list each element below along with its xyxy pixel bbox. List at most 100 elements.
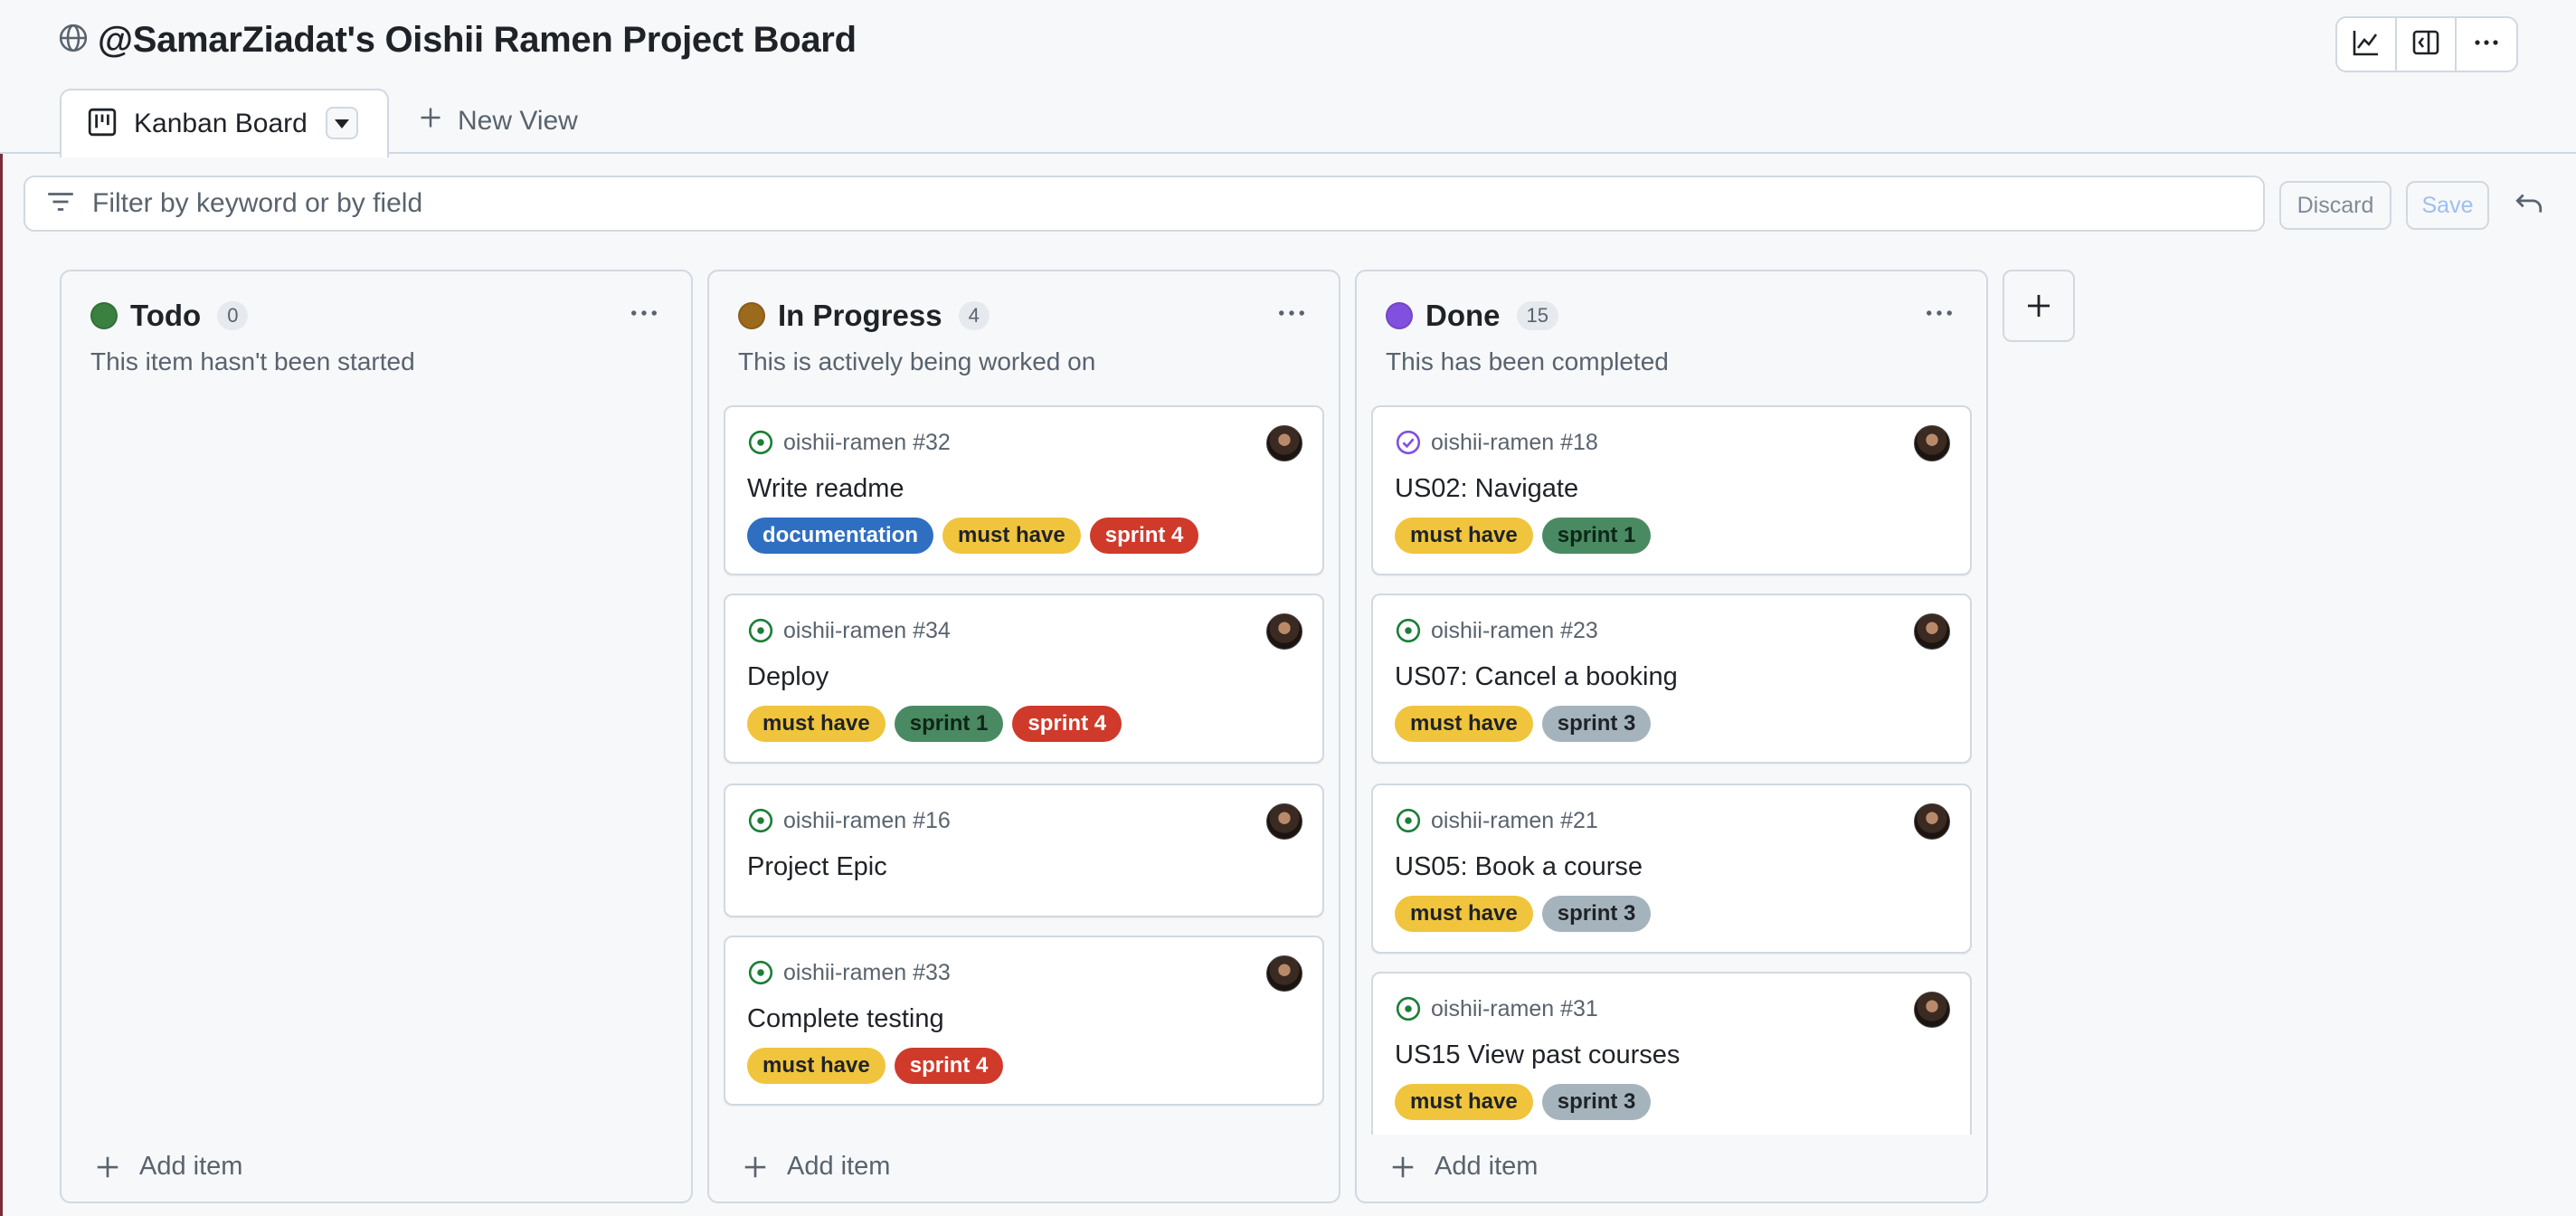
insights-button[interactable] xyxy=(2337,18,2397,71)
label-sprint-1[interactable]: sprint 1 xyxy=(894,706,1004,742)
issue-opened-icon xyxy=(748,808,773,833)
plus-icon xyxy=(418,105,443,138)
label-must-have[interactable]: must have xyxy=(747,706,886,742)
issue-ref-text: oishii-ramen #21 xyxy=(1431,807,1598,833)
issue-reference[interactable]: oishii-ramen #34 xyxy=(747,617,951,644)
avatar[interactable] xyxy=(1266,425,1302,461)
column-description: This item hasn't been started xyxy=(90,347,415,375)
discard-button[interactable]: Discard xyxy=(2279,181,2391,230)
add-item-button[interactable]: Add item xyxy=(1389,1152,1538,1182)
card-labels: must have sprint 3 xyxy=(1395,1084,1652,1120)
filter-icon xyxy=(45,186,76,222)
column-count: 4 xyxy=(958,301,990,330)
issue-opened-icon xyxy=(748,618,773,643)
label-must-have[interactable]: must have xyxy=(1395,706,1533,742)
page-title: @SamarZiadat's Oishii Ramen Project Boar… xyxy=(98,20,857,60)
column-description: This has been completed xyxy=(1386,347,1669,375)
avatar[interactable] xyxy=(1266,955,1302,992)
plus-icon xyxy=(2028,295,2050,317)
title-row: @SamarZiadat's Oishii Ramen Project Boar… xyxy=(58,20,857,61)
issue-opened-icon xyxy=(1396,808,1421,833)
label-documentation[interactable]: documentation xyxy=(747,518,933,554)
label-sprint-4[interactable]: sprint 4 xyxy=(1089,518,1199,554)
issue-card[interactable]: oishii-ramen #33 Complete testing must h… xyxy=(724,936,1324,1106)
project-header: @SamarZiadat's Oishii Ramen Project Boar… xyxy=(0,0,2576,157)
column-in-progress: In Progress 4 This is actively being wor… xyxy=(707,270,1340,1203)
avatar[interactable] xyxy=(1914,992,1950,1028)
issue-ref-text: oishii-ramen #31 xyxy=(1431,995,1598,1021)
issue-ref-text: oishii-ramen #33 xyxy=(783,959,951,985)
issue-reference[interactable]: oishii-ramen #31 xyxy=(1395,995,1598,1022)
label-must-have[interactable]: must have xyxy=(1395,1084,1533,1120)
kebab-icon xyxy=(2472,28,2501,62)
card-title[interactable]: US05: Book a course xyxy=(1395,852,1643,882)
issue-card[interactable]: oishii-ramen #31 US15 View past courses … xyxy=(1371,972,1972,1135)
tab-label: Kanban Board xyxy=(134,109,308,138)
avatar[interactable] xyxy=(1266,613,1302,650)
avatar[interactable] xyxy=(1914,613,1950,650)
label-must-have[interactable]: must have xyxy=(1395,518,1533,554)
issue-ref-text: oishii-ramen #23 xyxy=(1431,617,1598,643)
label-must-have[interactable]: must have xyxy=(942,518,1081,554)
issue-card[interactable]: oishii-ramen #32 Write readme documentat… xyxy=(724,405,1324,575)
new-view-button[interactable]: New View xyxy=(389,87,578,156)
column-menu-button[interactable] xyxy=(1919,299,1959,328)
card-title[interactable]: Complete testing xyxy=(747,1004,944,1034)
card-title[interactable]: Project Epic xyxy=(747,852,887,882)
card-title[interactable]: US07: Cancel a booking xyxy=(1395,662,1678,692)
plus-icon xyxy=(1392,1156,1414,1177)
label-sprint-4[interactable]: sprint 4 xyxy=(1012,706,1122,742)
card-title[interactable]: US15 View past courses xyxy=(1395,1040,1680,1070)
issue-reference[interactable]: oishii-ramen #33 xyxy=(747,959,951,986)
undo-button[interactable] xyxy=(2511,186,2547,223)
avatar[interactable] xyxy=(1266,803,1302,840)
issue-ref-text: oishii-ramen #34 xyxy=(783,617,951,643)
label-sprint-3[interactable]: sprint 3 xyxy=(1541,706,1652,742)
more-options-button[interactable] xyxy=(2457,18,2516,71)
issue-card[interactable]: oishii-ramen #16 Project Epic xyxy=(724,784,1324,917)
window-edge xyxy=(0,0,3,1216)
column-header: Done 15 xyxy=(1386,299,1558,333)
issue-reference[interactable]: oishii-ramen #16 xyxy=(747,807,951,834)
plus-icon xyxy=(97,1156,118,1177)
column-name: Todo xyxy=(130,299,202,332)
issue-reference[interactable]: oishii-ramen #23 xyxy=(1395,617,1598,644)
column-menu-button[interactable] xyxy=(1272,299,1312,328)
label-sprint-4[interactable]: sprint 4 xyxy=(894,1048,1004,1084)
label-must-have[interactable]: must have xyxy=(747,1048,886,1084)
issue-card[interactable]: oishii-ramen #34 Deploy must have sprint… xyxy=(724,594,1324,764)
label-must-have[interactable]: must have xyxy=(1395,896,1533,932)
card-title[interactable]: Deploy xyxy=(747,662,829,692)
issue-card[interactable]: oishii-ramen #18 US02: Navigate must hav… xyxy=(1371,405,1972,575)
column-description: This is actively being worked on xyxy=(738,347,1096,375)
column-name: Done xyxy=(1425,299,1501,332)
filter-input[interactable] xyxy=(92,188,2263,219)
issue-card[interactable]: oishii-ramen #21 US05: Book a course mus… xyxy=(1371,784,1972,954)
label-sprint-3[interactable]: sprint 3 xyxy=(1541,896,1652,932)
kebab-icon xyxy=(1927,310,1952,316)
card-title[interactable]: US02: Navigate xyxy=(1395,474,1578,504)
card-labels: must have sprint 1 xyxy=(1395,518,1652,554)
issue-card[interactable]: oishii-ramen #23 US07: Cancel a booking … xyxy=(1371,594,1972,764)
avatar[interactable] xyxy=(1914,803,1950,840)
issue-opened-icon xyxy=(748,430,773,455)
status-dot xyxy=(1386,302,1413,329)
view-options-dropdown[interactable] xyxy=(326,107,358,139)
card-title[interactable]: Write readme xyxy=(747,474,904,504)
label-sprint-3[interactable]: sprint 3 xyxy=(1541,1084,1652,1120)
kebab-icon xyxy=(1279,310,1304,316)
add-item-label: Add item xyxy=(787,1152,891,1181)
issue-reference[interactable]: oishii-ramen #18 xyxy=(1395,429,1598,456)
avatar[interactable] xyxy=(1914,425,1950,461)
add-column-button[interactable] xyxy=(2003,270,2075,342)
column-menu-button[interactable] xyxy=(624,299,664,328)
issue-reference[interactable]: oishii-ramen #32 xyxy=(747,429,951,456)
save-button[interactable]: Save xyxy=(2406,181,2489,230)
add-item-button[interactable]: Add item xyxy=(742,1152,890,1182)
add-item-button[interactable]: Add item xyxy=(94,1152,242,1182)
issue-reference[interactable]: oishii-ramen #21 xyxy=(1395,807,1598,834)
label-sprint-1[interactable]: sprint 1 xyxy=(1541,518,1652,554)
graph-icon xyxy=(2352,28,2381,62)
tab-kanban-board[interactable]: Kanban Board xyxy=(60,89,389,157)
side-panel-button[interactable] xyxy=(2397,18,2457,71)
